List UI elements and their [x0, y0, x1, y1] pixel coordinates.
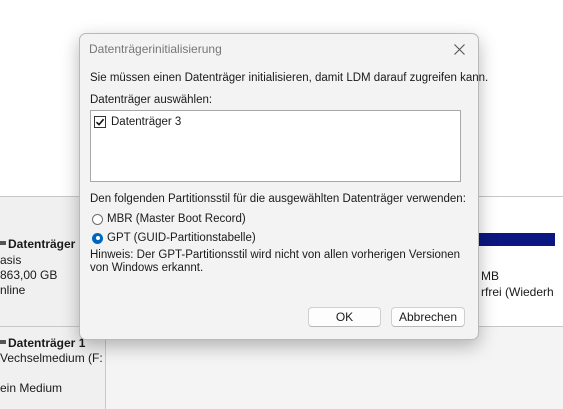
disk-0-size: 863,00 GB: [0, 268, 58, 282]
partition-style-label: Den folgenden Partitionsstil für die aus…: [90, 193, 466, 205]
disk-0-status: nline: [0, 283, 26, 297]
disk-1-type: Vechselmedium (F:: [0, 351, 103, 365]
gpt-hint-text: Hinweis: Der GPT-Partitionsstil wird nic…: [90, 249, 461, 274]
close-button[interactable]: [446, 38, 472, 60]
mbr-radio[interactable]: [92, 213, 103, 225]
mbr-option[interactable]: MBR (Master Boot Record): [92, 211, 246, 227]
list-item[interactable]: Datenträger 3: [94, 114, 181, 129]
disk-1-status: ein Medium: [0, 381, 63, 395]
disk-3-checkbox[interactable]: [94, 115, 106, 128]
close-icon: [453, 43, 465, 55]
checkmark-icon: [95, 118, 105, 126]
partition-status: rfrei (Wiederh: [481, 285, 554, 299]
dialog-title: Datenträgerinitialisierung: [89, 42, 222, 56]
disk-icon: [0, 340, 6, 344]
ok-button[interactable]: OK: [308, 307, 381, 327]
disk-0-title[interactable]: Datenträger: [0, 237, 75, 251]
disk-0-type: asis: [0, 253, 22, 267]
disk-3-label: Datenträger 3: [111, 115, 182, 128]
disk-list[interactable]: Datenträger 3: [90, 110, 461, 182]
disk-icon: [0, 241, 6, 245]
dialog-intro-text: Sie müssen einen Datenträger initialisie…: [90, 72, 489, 84]
gpt-radio[interactable]: [92, 232, 103, 244]
disk-select-label: Datenträger auswählen:: [90, 94, 213, 106]
gpt-option[interactable]: GPT (GUID-Partitionstabelle): [92, 230, 256, 246]
gpt-label: GPT (GUID-Partitionstabelle): [107, 232, 256, 244]
disk-1-title[interactable]: Datenträger 1: [0, 336, 85, 350]
initialize-disk-dialog: Datenträgerinitialisierung Sie müssen ei…: [79, 33, 488, 340]
partition-size: MB: [481, 269, 499, 283]
mbr-label: MBR (Master Boot Record): [107, 213, 246, 225]
cancel-button[interactable]: Abbrechen: [391, 307, 465, 327]
